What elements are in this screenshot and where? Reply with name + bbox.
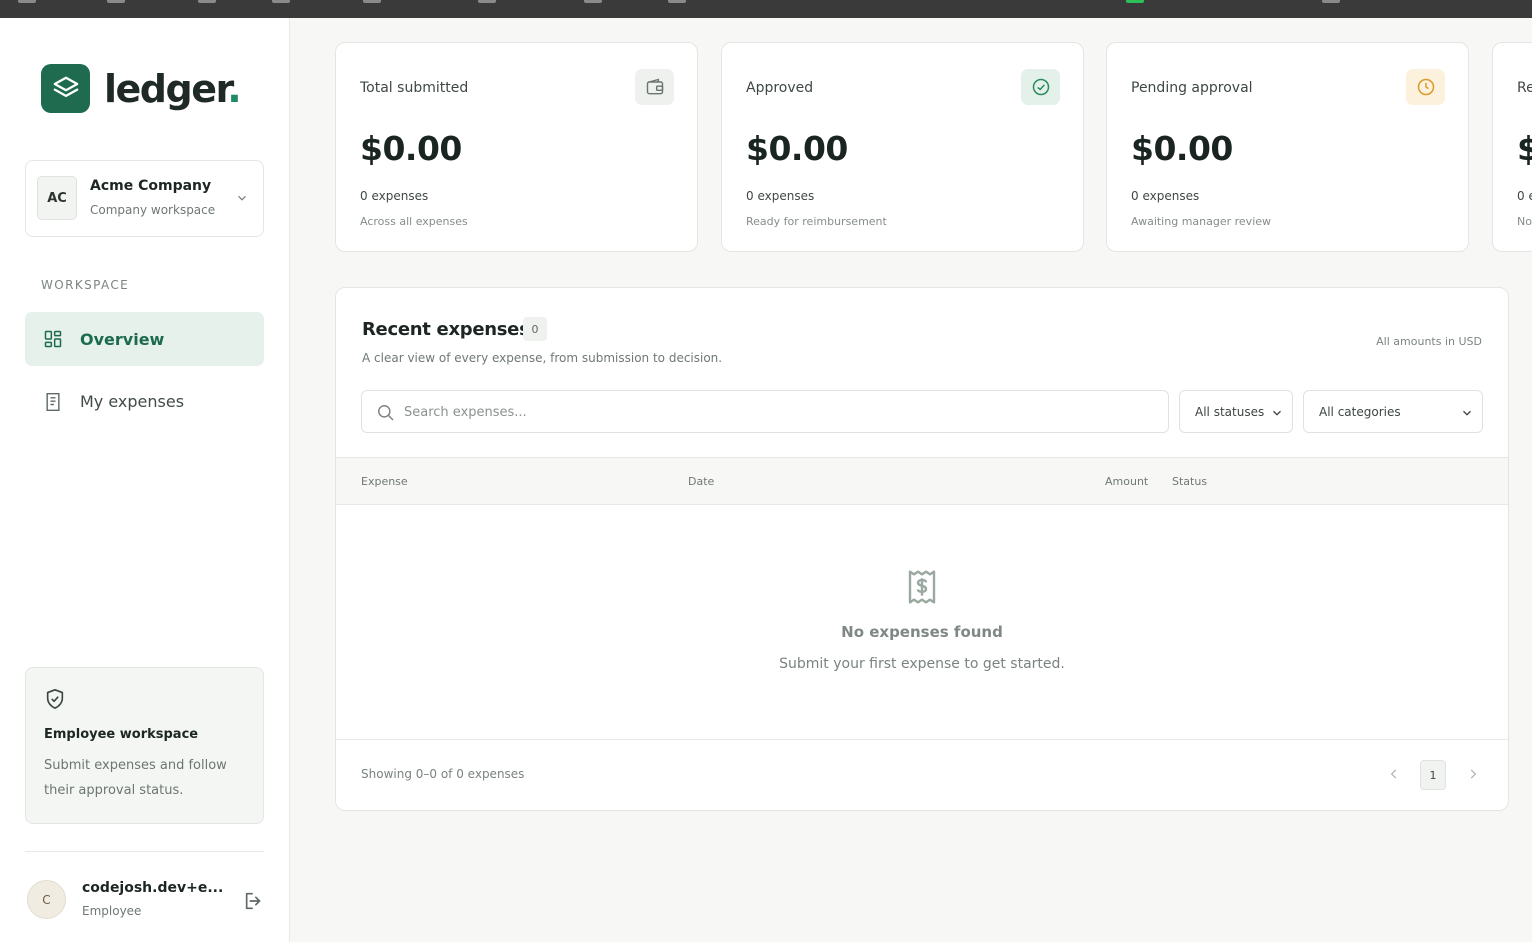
- sidebar-item-my-expenses[interactable]: My expenses: [25, 374, 264, 428]
- stat-value: $: [1517, 129, 1532, 168]
- stat-label: Pending approval: [1131, 80, 1253, 96]
- stat-card-pending: Pending approval $0.00 0 expenses Awaiti…: [1106, 42, 1469, 252]
- stat-count: 0 expenses: [746, 189, 815, 203]
- stat-card-total: Total submitted $0.00 0 expenses Across …: [335, 42, 698, 252]
- count-badge: 0: [523, 317, 547, 341]
- tab-stub[interactable]: [363, 0, 381, 3]
- chevron-down-icon: [1463, 410, 1471, 416]
- stat-value: $0.00: [746, 129, 848, 168]
- panel-description: A clear view of every expense, from subm…: [362, 351, 723, 365]
- company-subtitle: Company workspace: [90, 203, 216, 217]
- search-icon: [378, 405, 394, 421]
- stat-icon-box: [1406, 69, 1445, 105]
- workspace-info-card: Employee workspace Submit expenses and f…: [25, 667, 264, 824]
- pagination-summary: Showing 0–0 of 0 expenses: [361, 767, 525, 781]
- workspace-info-title: Employee workspace: [44, 727, 199, 742]
- stat-card-partial: Re $ 0 e No: [1492, 42, 1532, 252]
- chevron-down-icon: [238, 195, 246, 201]
- main-content: Total submitted $0.00 0 expenses Across …: [290, 18, 1532, 942]
- divider: [336, 739, 1508, 740]
- tab-stub[interactable]: [198, 0, 216, 3]
- tab-stub[interactable]: [478, 0, 496, 3]
- empty-state-title: No expenses found: [841, 623, 1003, 641]
- search-box[interactable]: [361, 390, 1169, 433]
- document-icon: [46, 392, 60, 412]
- column-header-expense[interactable]: Expense: [361, 475, 408, 488]
- wallet-icon: [646, 78, 663, 95]
- column-header-amount[interactable]: Amount: [1105, 475, 1148, 488]
- table-header: Expense Date Amount Status: [336, 457, 1508, 505]
- browser-tab-strip: [0, 0, 1532, 18]
- receipt-dollar-icon: [908, 570, 936, 604]
- recent-expenses-panel: Recent expenses 0 A clear view of every …: [335, 287, 1509, 811]
- stat-label: Re: [1517, 80, 1532, 96]
- currency-note: All amounts in USD: [1376, 335, 1482, 348]
- panel-title: Recent expenses: [362, 319, 530, 340]
- company-avatar: AC: [37, 176, 77, 220]
- stat-note: Ready for reimbursement: [746, 215, 887, 228]
- tab-stub[interactable]: [272, 0, 290, 3]
- chevron-down-icon: [1273, 410, 1281, 416]
- sidebar-item-label: Overview: [80, 329, 165, 349]
- stat-value: $0.00: [1131, 129, 1233, 168]
- stat-note: Across all expenses: [360, 215, 468, 228]
- tab-stub[interactable]: [668, 0, 686, 3]
- logo-wordmark: ledger.: [104, 66, 242, 111]
- search-input[interactable]: [404, 401, 1144, 423]
- layers-logo-icon: [41, 64, 90, 113]
- tab-stub[interactable]: [584, 0, 602, 3]
- sidebar-item-label: My expenses: [80, 391, 185, 411]
- shield-check-icon: [46, 689, 64, 709]
- stat-label: Total submitted: [360, 80, 469, 96]
- stat-note: Awaiting manager review: [1131, 215, 1272, 228]
- app-logo[interactable]: ledger.: [41, 64, 242, 113]
- company-name: Acme Company: [90, 178, 212, 194]
- stat-icon-box: [1021, 69, 1060, 105]
- tab-stub[interactable]: [107, 0, 125, 3]
- avatar[interactable]: C: [27, 880, 66, 919]
- user-role: Employee: [82, 904, 142, 918]
- company-switcher[interactable]: AC Acme Company Company workspace: [25, 160, 264, 237]
- tab-stub-active[interactable]: [1126, 0, 1144, 3]
- category-filter-value: All categories: [1319, 404, 1401, 419]
- stat-label: Approved: [746, 80, 814, 96]
- stat-card-approved: Approved $0.00 0 expenses Ready for reim…: [721, 42, 1084, 252]
- column-header-status[interactable]: Status: [1172, 475, 1207, 488]
- tab-stub[interactable]: [18, 0, 36, 3]
- clock-icon: [1417, 78, 1434, 96]
- stat-count: 0 expenses: [1131, 189, 1200, 203]
- stat-count: 0 e: [1517, 189, 1532, 203]
- divider: [25, 851, 264, 852]
- grid-icon: [44, 330, 62, 348]
- section-label: WORKSPACE: [41, 278, 130, 292]
- category-filter-select[interactable]: All categories: [1303, 390, 1483, 433]
- column-header-date[interactable]: Date: [688, 475, 714, 488]
- sidebar: ledger. AC Acme Company Company workspac…: [0, 18, 290, 942]
- stat-value: $0.00: [360, 129, 462, 168]
- sidebar-item-overview[interactable]: Overview: [25, 312, 264, 366]
- status-filter-select[interactable]: All statuses: [1179, 390, 1293, 433]
- tab-stub[interactable]: [1322, 0, 1340, 3]
- user-name: codejosh.dev+e...: [82, 880, 224, 896]
- logout-icon[interactable]: [243, 890, 265, 912]
- chevron-left-icon[interactable]: [1387, 767, 1401, 781]
- page-number-button[interactable]: 1: [1420, 760, 1446, 790]
- stat-count: 0 expenses: [360, 189, 429, 203]
- workspace-info-description: Submit expenses and follow their approva…: [44, 758, 227, 798]
- stat-icon-box: [635, 69, 674, 105]
- stat-note: No: [1517, 215, 1532, 228]
- empty-state-description: Submit your first expense to get started…: [779, 656, 1065, 672]
- status-filter-value: All statuses: [1195, 404, 1265, 419]
- check-circle-icon: [1032, 78, 1049, 96]
- chevron-right-icon[interactable]: [1466, 767, 1480, 781]
